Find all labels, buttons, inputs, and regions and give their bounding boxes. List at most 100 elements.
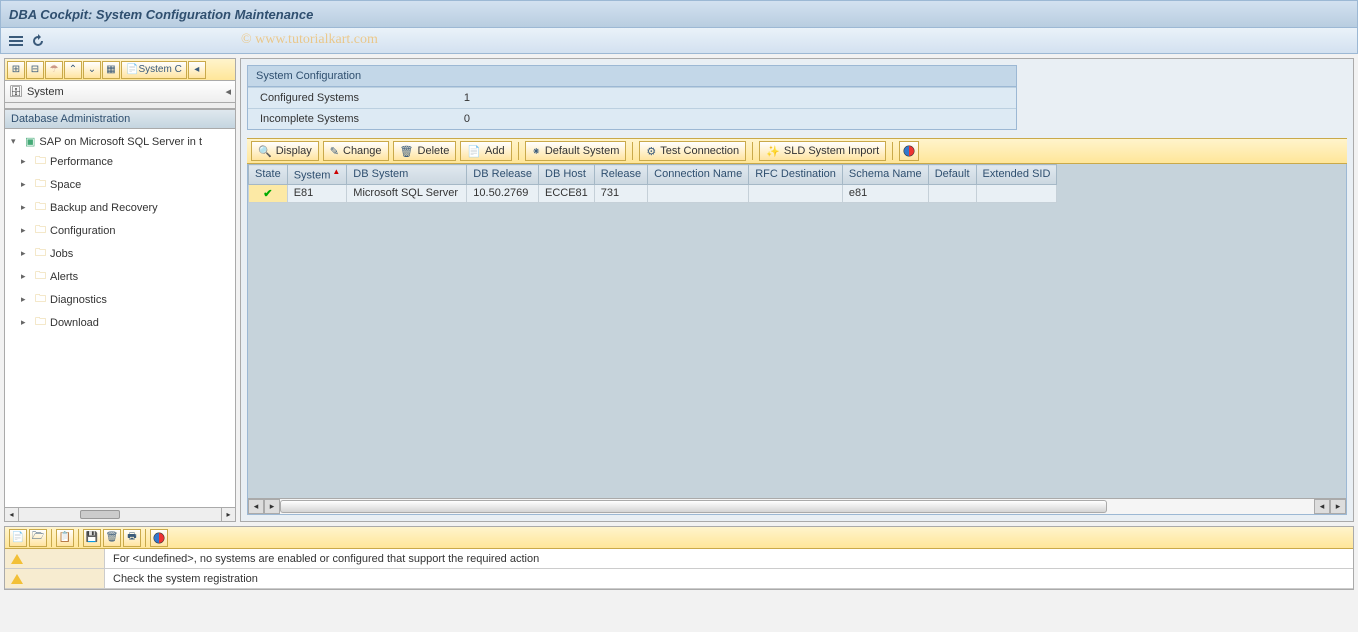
add-button[interactable]: 📄 Add xyxy=(460,141,511,161)
col-db-host[interactable]: DB Host xyxy=(539,165,595,185)
msg-open-icon[interactable]: 🗁 xyxy=(29,529,47,547)
systems-table: State System▲ DB System DB Release DB Ho… xyxy=(248,164,1057,203)
scroll-track[interactable] xyxy=(280,499,1314,514)
tree-item-backup[interactable]: ▸ 🗀 Backup and Recovery xyxy=(7,196,233,219)
delete-button[interactable]: 🗑 Delete xyxy=(393,141,457,161)
expand-icon: ▸ xyxy=(21,317,31,328)
tree-collapse-all-icon[interactable]: ⊟ xyxy=(26,61,44,79)
col-db-release[interactable]: DB Release xyxy=(467,165,539,185)
col-state[interactable]: State xyxy=(249,165,288,185)
msg-delete-icon[interactable]: 🗑 xyxy=(103,529,121,547)
tree-item-download[interactable]: ▸ 🗀 Download xyxy=(7,311,233,334)
message-row[interactable]: For <undefined>, no systems are enabled … xyxy=(5,549,1353,569)
col-label: System xyxy=(294,170,331,182)
tree-horizontal-scroll[interactable]: ◂ ▸ xyxy=(5,507,235,521)
app-header: DBA Cockpit: System Configuration Mainte… xyxy=(0,0,1358,28)
panel-label: Configured Systems xyxy=(260,92,410,104)
tree-item-diagnostics[interactable]: ▸ 🗀 Diagnostics xyxy=(7,288,233,311)
col-system[interactable]: System▲ xyxy=(287,165,347,185)
msg-copy-icon[interactable]: 📋 xyxy=(56,529,74,547)
tree-expand-all-icon[interactable]: ⊞ xyxy=(7,61,25,79)
message-text: For <undefined>, no systems are enabled … xyxy=(105,553,547,565)
tree-page-down-icon[interactable]: ⌄ xyxy=(83,61,101,79)
test-connection-button[interactable]: ⚙ Test Connection xyxy=(639,141,746,161)
expand-icon: ▸ xyxy=(21,225,31,236)
btn-label: Change xyxy=(343,145,382,157)
separator xyxy=(518,142,519,160)
folder-icon: 🗀 xyxy=(35,152,46,171)
sld-import-button[interactable]: ✨ SLD System Import xyxy=(759,141,886,161)
import-icon: ✨ xyxy=(766,145,780,158)
msg-print-icon[interactable]: 🖶 xyxy=(123,529,141,547)
tree-item-label: Jobs xyxy=(50,248,73,260)
tree-item-label: Download xyxy=(50,317,99,329)
display-button[interactable]: 🔍 Display xyxy=(251,141,319,161)
tree-root-item[interactable]: ▾ ▣ SAP on Microsoft SQL Server in t xyxy=(7,133,233,150)
scroll-thumb[interactable] xyxy=(280,500,1107,513)
chevron-down-icon: ◂ xyxy=(225,85,231,98)
tree-item-space[interactable]: ▸ 🗀 Space xyxy=(7,173,233,196)
separator xyxy=(145,529,146,547)
tree-find-icon[interactable]: ☂ xyxy=(45,61,63,79)
folder-icon: 🗀 xyxy=(35,267,46,286)
change-button[interactable]: ✎ Change xyxy=(323,141,389,161)
refresh-icon[interactable] xyxy=(29,32,47,50)
message-row[interactable]: Check the system registration xyxy=(5,569,1353,589)
nav-tree: ▾ ▣ SAP on Microsoft SQL Server in t ▸ 🗀… xyxy=(5,129,235,507)
menu-icon[interactable] xyxy=(7,32,25,50)
tree-section-header: Database Administration xyxy=(5,109,235,129)
col-schema-name[interactable]: Schema Name xyxy=(842,165,928,185)
panel-value: 1 xyxy=(430,92,470,104)
config-summary-panel: System Configuration Configured Systems … xyxy=(247,65,1017,130)
grid-horizontal-scroll[interactable]: ◂ ▸ ◂ ▸ xyxy=(248,498,1346,514)
main-container: ⊞ ⊟ ☂ ⌃ ⌄ ▦ 📄 System C ◂ 🗄 System ◂ Data… xyxy=(0,54,1358,526)
magnifier-icon: 🔍 xyxy=(258,145,272,158)
cell-db-host: ECCE81 xyxy=(539,184,595,202)
cell-system: E81 xyxy=(287,184,347,202)
msg-legend-icon[interactable] xyxy=(150,529,168,547)
tree-item-configuration[interactable]: ▸ 🗀 Configuration xyxy=(7,219,233,242)
scroll-right-step-icon[interactable]: ▸ xyxy=(264,499,280,514)
color-legend-icon[interactable] xyxy=(899,141,919,161)
tree-item-performance[interactable]: ▸ 🗀 Performance xyxy=(7,150,233,173)
tree-item-label: Backup and Recovery xyxy=(50,202,158,214)
tree-scroll-left-icon[interactable]: ◂ xyxy=(188,61,206,79)
warning-icon xyxy=(11,574,23,584)
tree-page-up-icon[interactable]: ⌃ xyxy=(64,61,82,79)
tree-item-jobs[interactable]: ▸ 🗀 Jobs xyxy=(7,242,233,265)
scroll-left-icon[interactable]: ◂ xyxy=(248,499,264,514)
table-row[interactable]: ✔ E81 Microsoft SQL Server 10.50.2769 EC… xyxy=(249,184,1057,202)
tree-layout-icon[interactable]: ▦ xyxy=(102,61,120,79)
msg-new-icon[interactable]: 📄 xyxy=(9,529,27,547)
scroll-right-icon[interactable]: ▸ xyxy=(1330,499,1346,514)
col-default[interactable]: Default xyxy=(928,165,976,185)
separator xyxy=(892,142,893,160)
col-rfc-destination[interactable]: RFC Destination xyxy=(749,165,843,185)
system-dropdown-label: System xyxy=(27,86,64,98)
system-dropdown[interactable]: 🗄 System ◂ xyxy=(5,81,235,103)
btn-label: Test Connection xyxy=(660,145,739,157)
panel-row-configured: Configured Systems 1 xyxy=(248,87,1016,108)
col-extended-sid[interactable]: Extended SID xyxy=(976,165,1057,185)
col-connection-name[interactable]: Connection Name xyxy=(648,165,749,185)
server-icon: 🗄 xyxy=(9,85,23,98)
app-toolbar: © www.tutorialkart.com xyxy=(0,28,1358,54)
tree-item-alerts[interactable]: ▸ 🗀 Alerts xyxy=(7,265,233,288)
tree-toolbar: ⊞ ⊟ ☂ ⌃ ⌄ ▦ 📄 System C ◂ xyxy=(5,59,235,81)
folder-icon: 🗀 xyxy=(35,198,46,217)
tree-system-btn[interactable]: 📄 System C xyxy=(121,61,187,79)
col-db-system[interactable]: DB System xyxy=(347,165,467,185)
expand-icon: ▸ xyxy=(21,248,31,259)
message-text: Check the system registration xyxy=(105,573,266,585)
col-release[interactable]: Release xyxy=(594,165,647,185)
plug-icon: ⚙ xyxy=(646,145,656,158)
cell-db-release: 10.50.2769 xyxy=(467,184,539,202)
message-panel: 📄 🗁 📋 💾 🗑 🖶 For <undefined>, no systems … xyxy=(4,526,1354,590)
app-title: DBA Cockpit: System Configuration Mainte… xyxy=(9,7,313,22)
scroll-left-step-icon[interactable]: ◂ xyxy=(1314,499,1330,514)
msg-save-icon[interactable]: 💾 xyxy=(83,529,101,547)
default-system-button[interactable]: ⁕ Default System xyxy=(525,141,627,161)
expand-icon: ▸ xyxy=(21,202,31,213)
btn-label: SLD System Import xyxy=(784,145,879,157)
cell-default xyxy=(928,184,976,202)
